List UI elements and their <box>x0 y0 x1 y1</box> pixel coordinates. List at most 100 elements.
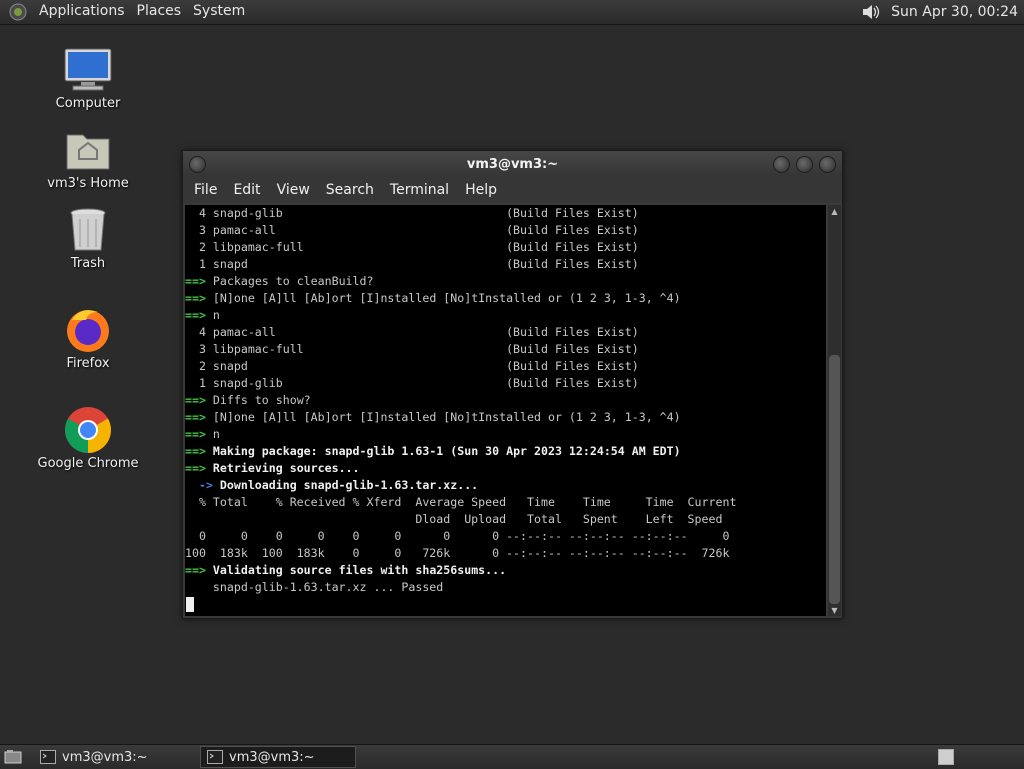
terminal-line: -> Downloading snapd-glib-1.63.tar.xz... <box>185 477 826 494</box>
system-menu[interactable]: System <box>187 0 251 24</box>
terminal-line: ==> n <box>185 307 826 324</box>
close-icon[interactable] <box>819 156 836 173</box>
menu-view[interactable]: View <box>269 182 318 198</box>
prompt-arrow: ==> <box>185 427 206 441</box>
terminal-line: 2 libpamac-full (Build Files Exist) <box>185 239 826 256</box>
terminal-line: 1 snapd (Build Files Exist) <box>185 256 826 273</box>
places-menu[interactable]: Places <box>131 0 188 24</box>
scrollbar-track[interactable] <box>829 217 840 604</box>
top-panel: Applications Places System Sun Apr 30, 0… <box>0 0 1024 25</box>
terminal-line: Dload Upload Total Spent Left Speed <box>185 511 826 528</box>
line-text: 3 pamac-all (Build Files Exist) <box>185 223 639 237</box>
line-text: 3 libpamac-full (Build Files Exist) <box>185 342 639 356</box>
menu-file[interactable]: File <box>186 182 225 198</box>
terminal-line: 2 snapd (Build Files Exist) <box>185 358 826 375</box>
prompt-arrow: ==> <box>185 308 206 322</box>
line-text: Retrieving sources... <box>205 461 360 475</box>
taskbar-item-label: vm3@vm3:~ <box>229 749 315 765</box>
home-folder-icon <box>62 126 114 174</box>
taskbar-item-label: vm3@vm3:~ <box>62 749 148 765</box>
menu-search[interactable]: Search <box>318 182 382 198</box>
minimize-icon[interactable] <box>773 156 790 173</box>
desktop-icon-computer[interactable]: Computer <box>33 46 143 111</box>
line-text: n <box>205 427 220 441</box>
prompt-arrow: ==> <box>185 291 206 305</box>
terminal-output[interactable]: 4 snapd-glib (Build Files Exist) 3 pamac… <box>185 205 826 616</box>
desktop-icon-chrome[interactable]: Google Chrome <box>33 406 143 471</box>
scrollbar-thumb[interactable] <box>829 355 840 604</box>
terminal-window: vm3@vm3:~ File Edit View Search Terminal… <box>182 150 843 619</box>
show-desktop-icon[interactable] <box>2 747 24 767</box>
terminal-line: 1 snapd-glib (Build Files Exist) <box>185 375 826 392</box>
maximize-icon[interactable] <box>796 156 813 173</box>
terminal-menubar: File Edit View Search Terminal Help <box>183 177 842 203</box>
menu-help[interactable]: Help <box>457 182 505 198</box>
prompt-arrow: ==> <box>185 461 206 475</box>
scroll-up-icon[interactable]: ▲ <box>828 205 841 217</box>
terminal-icon <box>40 750 56 764</box>
terminal-lines: 4 snapd-glib (Build Files Exist) 3 pamac… <box>185 205 826 596</box>
prompt-arrow: ==> <box>185 410 206 424</box>
line-text: 100 183k 100 183k 0 0 726k 0 --:--:-- --… <box>185 546 730 560</box>
gnome-foot-icon[interactable] <box>8 2 28 22</box>
terminal-line: ==> n <box>185 426 826 443</box>
window-titlebar[interactable]: vm3@vm3:~ <box>183 151 842 177</box>
scroll-down-icon[interactable]: ▼ <box>828 604 841 616</box>
desktop-icon-label: Trash <box>70 256 106 271</box>
terminal-icon <box>207 750 223 764</box>
terminal-line: ==> Making package: snapd-glib 1.63-1 (S… <box>185 443 826 460</box>
clock[interactable]: Sun Apr 30, 00:24 <box>891 4 1024 20</box>
terminal-line: 100 183k 100 183k 0 0 726k 0 --:--:-- --… <box>185 545 826 562</box>
taskbar-item-active[interactable]: vm3@vm3:~ <box>200 746 356 768</box>
window-menu-icon[interactable] <box>189 156 206 173</box>
line-text: Packages to cleanBuild? <box>205 274 374 288</box>
line-text: Validating source files with sha256sums.… <box>205 563 507 577</box>
terminal-line: % Total % Received % Xferd Average Speed… <box>185 494 826 511</box>
applications-menu[interactable]: Applications <box>33 0 131 24</box>
line-text: [N]one [A]ll [Ab]ort [I]nstalled [No]tIn… <box>205 410 681 424</box>
desktop-icon-label: Google Chrome <box>37 456 139 471</box>
line-text: Downloading snapd-glib-1.63.tar.xz... <box>212 478 479 492</box>
line-text: 0 0 0 0 0 0 0 0 --:--:-- --:--:-- --:--:… <box>185 529 730 543</box>
terminal-line: ==> [N]one [A]ll [Ab]ort [I]nstalled [No… <box>185 409 826 426</box>
taskbar-item[interactable]: vm3@vm3:~ <box>34 746 190 768</box>
bottom-panel: vm3@vm3:~ vm3@vm3:~ <box>0 744 1024 769</box>
terminal-line: 4 pamac-all (Build Files Exist) <box>185 324 826 341</box>
line-text: Making package: snapd-glib 1.63-1 (Sun 3… <box>205 444 681 458</box>
desktop-icon-trash[interactable]: Trash <box>33 206 143 271</box>
desktop-icon-home[interactable]: vm3's Home <box>33 126 143 191</box>
window-title: vm3@vm3:~ <box>466 156 559 172</box>
terminal-line: ==> Validating source files with sha256s… <box>185 562 826 579</box>
firefox-icon <box>62 306 114 354</box>
terminal-line: 3 libpamac-full (Build Files Exist) <box>185 341 826 358</box>
terminal-line: 0 0 0 0 0 0 0 0 --:--:-- --:--:-- --:--:… <box>185 528 826 545</box>
line-text: [N]one [A]ll [Ab]ort [I]nstalled [No]tIn… <box>205 291 681 305</box>
line-text: snapd-glib-1.63.tar.xz ... Passed <box>185 580 444 594</box>
desktop-icon-firefox[interactable]: Firefox <box>33 306 143 371</box>
line-text: 2 snapd (Build Files Exist) <box>185 359 639 373</box>
terminal-line: ==> Packages to cleanBuild? <box>185 273 826 290</box>
line-text: Dload Upload Total Spent Left Speed <box>185 512 723 526</box>
terminal-scrollbar[interactable]: ▲ ▼ <box>828 205 841 616</box>
terminal-line: 4 snapd-glib (Build Files Exist) <box>185 205 826 222</box>
terminal-line: ==> Retrieving sources... <box>185 460 826 477</box>
desktop-icon-label: Computer <box>55 96 121 111</box>
workspace-switcher-icon[interactable] <box>938 749 954 765</box>
terminal-line: ==> Diffs to show? <box>185 392 826 409</box>
line-text: 2 libpamac-full (Build Files Exist) <box>185 240 639 254</box>
panel-tray: Sun Apr 30, 00:24 <box>861 0 1024 24</box>
terminal-line: 3 pamac-all (Build Files Exist) <box>185 222 826 239</box>
menu-terminal[interactable]: Terminal <box>382 182 457 198</box>
chrome-icon <box>62 406 114 454</box>
line-text: % Total % Received % Xferd Average Speed… <box>185 495 737 509</box>
line-text: Diffs to show? <box>205 393 311 407</box>
line-text: 1 snapd (Build Files Exist) <box>185 257 639 271</box>
volume-icon[interactable] <box>861 2 883 22</box>
menu-edit[interactable]: Edit <box>225 182 268 198</box>
terminal-line: snapd-glib-1.63.tar.xz ... Passed <box>185 579 826 596</box>
terminal-line: ==> [N]one [A]ll [Ab]ort [I]nstalled [No… <box>185 290 826 307</box>
line-text: 1 snapd-glib (Build Files Exist) <box>185 376 639 390</box>
line-text: 4 snapd-glib (Build Files Exist) <box>185 206 639 220</box>
computer-icon <box>62 46 114 94</box>
prompt-arrow: ==> <box>185 393 206 407</box>
